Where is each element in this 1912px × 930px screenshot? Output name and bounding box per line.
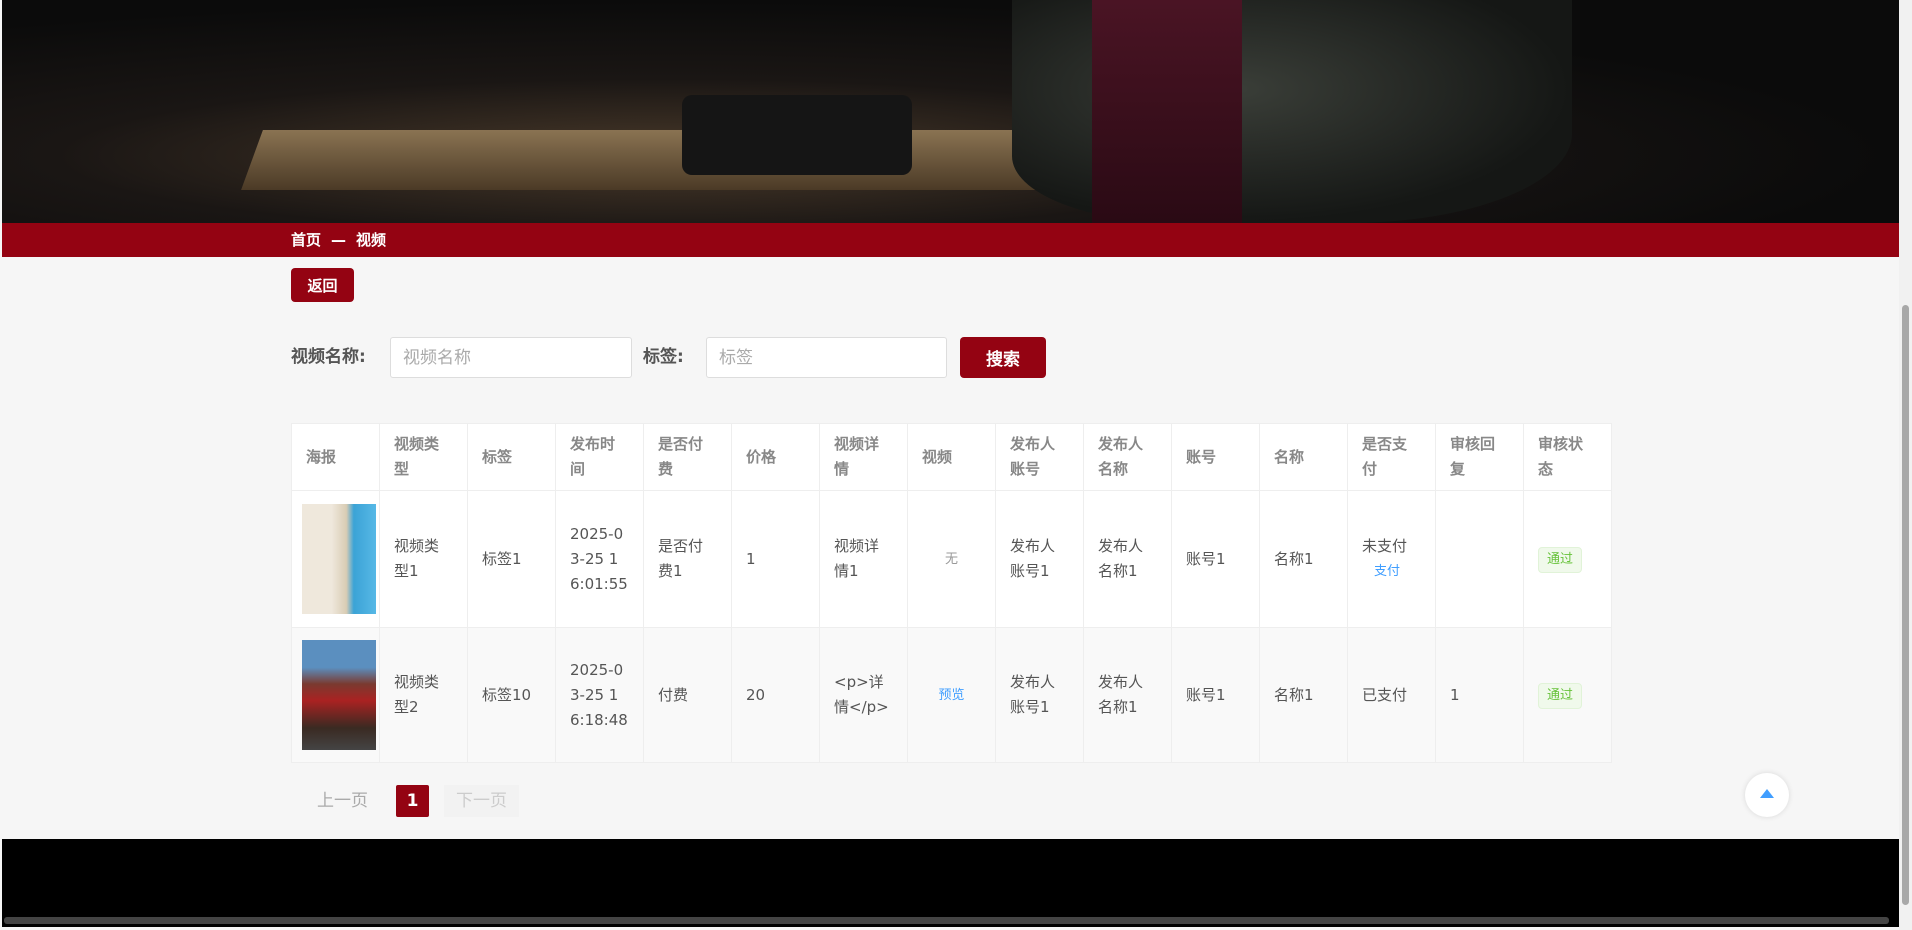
preview-link[interactable]: 预览	[938, 688, 964, 703]
page-1-button[interactable]: 1	[396, 785, 429, 817]
cell-time: 2025-03-25 16:18:48	[555, 627, 644, 763]
cell-paid: 付费	[643, 627, 732, 763]
cell-pub-account: 发布人账号1	[995, 627, 1084, 763]
cell-time: 2025-03-25 16:01:55	[555, 490, 644, 628]
column-header: 账号	[1171, 423, 1260, 491]
video-table: 海报 视频类型 标签 发布时间 是否付费 价格 视频详情 视频 发布人账号 发布人名称 账号 名称 是否…	[291, 423, 1612, 763]
column-header: 发布时间	[555, 423, 644, 491]
cell-paid: 是否付费1	[643, 490, 732, 628]
column-header: 发布人账号	[995, 423, 1084, 491]
column-header: 发布人名称	[1083, 423, 1172, 491]
cell-detail: 视频详情1	[819, 490, 908, 628]
tag-label: 标签:	[643, 347, 684, 367]
column-header: 价格	[731, 423, 820, 491]
column-header: 名称	[1259, 423, 1348, 491]
table-row: 视频类型1 标签1 2025-03-25 16:01:55 是否付费1 1 视频…	[291, 490, 1612, 628]
back-to-top-button[interactable]	[1745, 773, 1789, 817]
prev-page-button[interactable]: 上一页	[305, 785, 380, 817]
scrollbar-thumb[interactable]	[1902, 305, 1909, 905]
cell-pay-status: 已支付	[1347, 627, 1436, 763]
cell-account: 账号1	[1171, 627, 1260, 763]
cell-pay-status: 未支付	[1362, 537, 1408, 555]
table-header-row: 海报 视频类型 标签 发布时间 是否付费 价格 视频详情 视频 发布人账号 发布人名称 账号 名称 是否…	[291, 423, 1612, 491]
cell-detail: <p>详情</p>	[819, 627, 908, 763]
status-badge: 通过	[1538, 682, 1583, 709]
status-badge: 通过	[1538, 546, 1583, 573]
pay-link[interactable]: 支付	[1362, 559, 1421, 584]
cell-price: 1	[731, 490, 820, 628]
breadcrumb-separator: —	[331, 231, 347, 249]
cell-name: 名称1	[1259, 627, 1348, 763]
search-button[interactable]: 搜索	[960, 337, 1046, 378]
footer	[2, 839, 1899, 927]
video-name-input[interactable]	[390, 337, 632, 378]
cell-tag: 标签1	[467, 490, 556, 628]
video-name-label: 视频名称:	[291, 347, 366, 367]
cell-pub-name: 发布人名称1	[1083, 627, 1172, 763]
tag-input[interactable]	[706, 337, 947, 378]
next-page-button[interactable]: 下一页	[444, 785, 519, 817]
cell-name: 名称1	[1259, 490, 1348, 628]
column-header: 视频	[907, 423, 996, 491]
breadcrumb: 首页 — 视频	[2, 223, 1899, 257]
cell-type: 视频类型2	[379, 627, 468, 763]
breadcrumb-current: 视频	[356, 231, 387, 249]
poster-image[interactable]	[302, 504, 376, 614]
column-header: 是否支付	[1347, 423, 1436, 491]
cell-pub-account: 发布人账号1	[995, 490, 1084, 628]
column-header: 是否付费	[643, 423, 732, 491]
table-row: 视频类型2 标签10 2025-03-25 16:18:48 付费 20 <p>…	[291, 627, 1612, 763]
breadcrumb-home[interactable]: 首页	[291, 231, 321, 249]
horizontal-scrollbar[interactable]	[4, 917, 1889, 924]
back-button[interactable]: 返回	[291, 268, 354, 302]
column-header: 标签	[467, 423, 556, 491]
cell-pub-name: 发布人名称1	[1083, 490, 1172, 628]
cell-reply: 1	[1435, 627, 1524, 763]
cell-tag: 标签10	[467, 627, 556, 763]
column-header: 审核状态	[1523, 423, 1612, 491]
poster-image[interactable]	[302, 640, 376, 750]
column-header: 视频详情	[819, 423, 908, 491]
hero-banner-image	[2, 0, 1899, 223]
column-header: 海报	[291, 423, 380, 491]
cell-price: 20	[731, 627, 820, 763]
cell-video: 无	[944, 552, 958, 567]
cell-reply	[1435, 490, 1524, 628]
column-header: 视频类型	[379, 423, 468, 491]
vertical-scrollbar[interactable]	[1899, 0, 1912, 930]
cell-account: 账号1	[1171, 490, 1260, 628]
column-header: 审核回复	[1435, 423, 1524, 491]
cell-type: 视频类型1	[379, 490, 468, 628]
